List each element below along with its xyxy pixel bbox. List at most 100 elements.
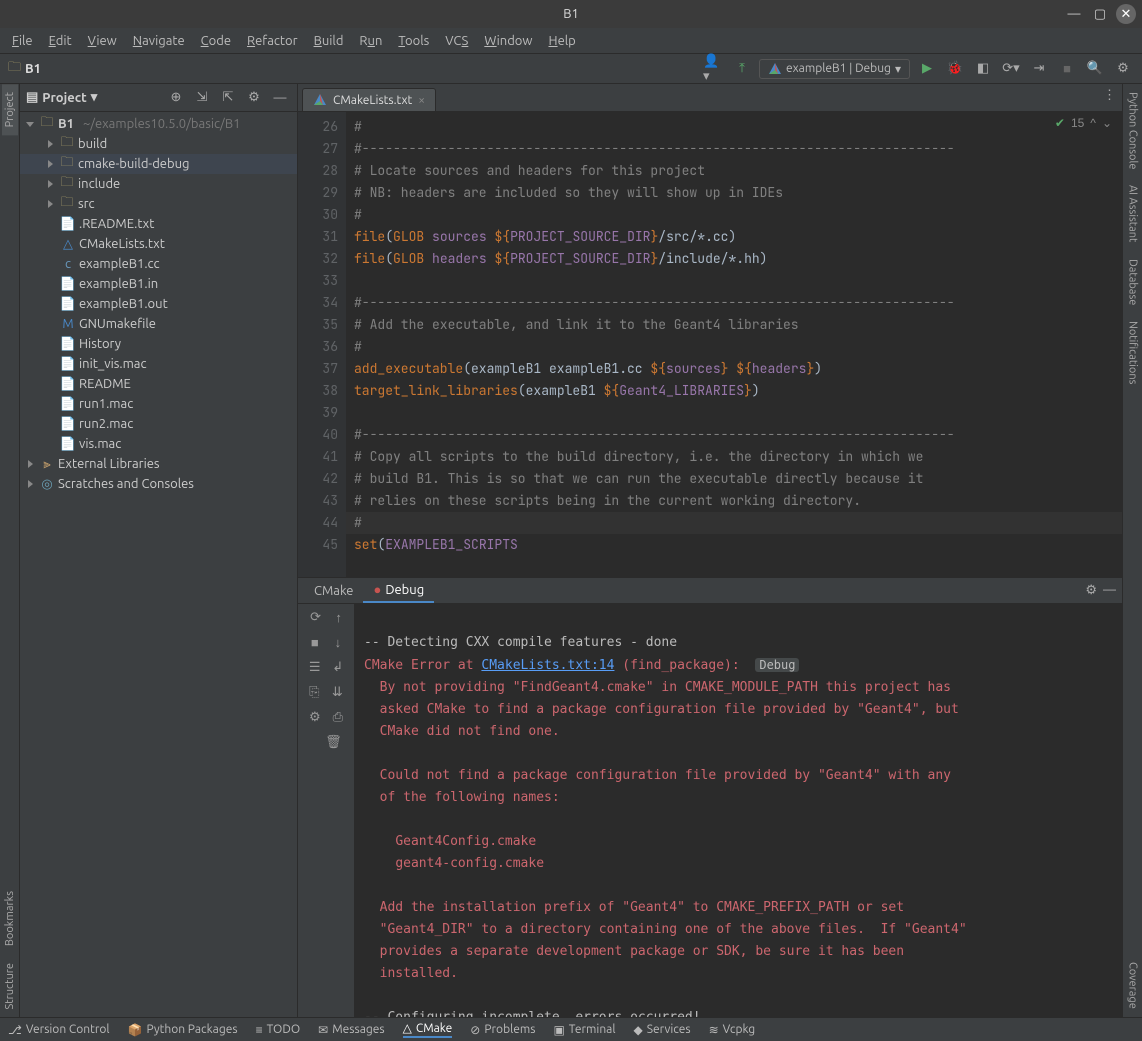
- side-tab-coverage[interactable]: Coverage: [1125, 954, 1141, 1017]
- filter-icon[interactable]: ☰: [309, 660, 321, 675]
- status-vcs[interactable]: ⎇ Version Control: [8, 1023, 110, 1037]
- menu-tools[interactable]: Tools: [390, 31, 437, 51]
- tree-scratches[interactable]: ◎ Scratches and Consoles: [20, 474, 297, 494]
- debug-button[interactable]: Debug: [755, 658, 799, 672]
- link-icon[interactable]: ⎘: [309, 685, 319, 700]
- tree-file[interactable]: 📄run2.mac: [20, 414, 297, 434]
- tree-file[interactable]: △CMakeLists.txt: [20, 234, 297, 254]
- code-body[interactable]: # #-------------------------------------…: [346, 112, 1122, 577]
- tree-file[interactable]: 📄exampleB1.out: [20, 294, 297, 314]
- code-editor[interactable]: 2627282930313233343536373839404142434445…: [298, 112, 1122, 577]
- tree-folder[interactable]: 🗀include: [20, 174, 297, 194]
- panel-settings-icon[interactable]: ⚙: [243, 87, 265, 109]
- expand-all-icon[interactable]: ⇲: [191, 87, 213, 109]
- hide-panel-icon[interactable]: —: [269, 87, 291, 109]
- tree-external-libs[interactable]: ⫸ External Libraries: [20, 454, 297, 474]
- menu-view[interactable]: View: [80, 31, 125, 51]
- scroll-icon[interactable]: ⇊: [332, 685, 343, 700]
- status-python-packages[interactable]: 📦 Python Packages: [128, 1023, 238, 1037]
- stop-icon[interactable]: ■: [1056, 58, 1078, 80]
- tree-file[interactable]: 📄vis.mac: [20, 434, 297, 454]
- stop-icon[interactable]: ■: [311, 635, 319, 650]
- wrap-icon[interactable]: ↲: [332, 660, 343, 675]
- settings-icon[interactable]: ⚙: [1112, 58, 1134, 80]
- user-icon[interactable]: 👤▾: [703, 58, 725, 80]
- collapse-all-icon[interactable]: ⇱: [217, 87, 239, 109]
- tree-folder[interactable]: 🗀src: [20, 194, 297, 214]
- status-terminal[interactable]: ▣ Terminal: [553, 1023, 615, 1037]
- tree-file[interactable]: cexampleB1.cc: [20, 254, 297, 274]
- tree-file[interactable]: 📄run1.mac: [20, 394, 297, 414]
- close-tab-icon[interactable]: ×: [418, 94, 425, 107]
- coverage-icon[interactable]: ◧: [972, 58, 994, 80]
- status-messages[interactable]: ✉ Messages: [318, 1023, 384, 1037]
- status-vcpkg[interactable]: ≋ Vcpkg: [709, 1023, 756, 1037]
- project-panel-title[interactable]: Project: [42, 91, 86, 105]
- status-todo[interactable]: ≡ TODO: [256, 1023, 301, 1037]
- project-tree[interactable]: 🗀 B1 ~/examples10.5.0/basic/B1 🗀build🗀cm…: [20, 112, 297, 1017]
- bottom-tab-cmake[interactable]: CMake: [304, 580, 363, 602]
- side-tab-notifications[interactable]: Notifications: [1125, 313, 1141, 392]
- menu-refactor[interactable]: Refactor: [239, 31, 306, 51]
- chevron-down-icon[interactable]: ▾: [91, 90, 98, 105]
- tree-file[interactable]: 📄init_vis.mac: [20, 354, 297, 374]
- tree-folder[interactable]: 🗀build: [20, 134, 297, 154]
- tab-more-icon[interactable]: ⋮: [1103, 88, 1116, 103]
- attach-icon[interactable]: ⇥: [1028, 58, 1050, 80]
- print-icon[interactable]: ⎙: [333, 710, 343, 725]
- menu-help[interactable]: Help: [541, 31, 584, 51]
- error-link[interactable]: CMakeLists.txt:14: [481, 658, 614, 673]
- maximize-icon[interactable]: ▢: [1090, 4, 1110, 24]
- menu-code[interactable]: Code: [193, 31, 239, 51]
- profile-icon[interactable]: ⟳▾: [1000, 58, 1022, 80]
- select-open-file-icon[interactable]: ⊕: [165, 87, 187, 109]
- side-tab-project[interactable]: Project: [2, 84, 18, 135]
- run-config-selector[interactable]: exampleB1 | Debug ▾: [759, 59, 910, 79]
- reload-icon[interactable]: ⟳: [310, 610, 321, 625]
- trash-icon[interactable]: 🗑: [325, 735, 342, 750]
- status-services[interactable]: ◆ Services: [634, 1023, 691, 1037]
- tree-file[interactable]: 📄.README.txt: [20, 214, 297, 234]
- close-icon[interactable]: ✕: [1116, 4, 1136, 24]
- tree-root[interactable]: 🗀 B1 ~/examples10.5.0/basic/B1: [20, 114, 297, 134]
- next-problem-icon[interactable]: ⌄: [1102, 116, 1112, 130]
- search-icon[interactable]: 🔍: [1084, 58, 1106, 80]
- tree-folder[interactable]: 🗀cmake-build-debug: [20, 154, 297, 174]
- build-icon[interactable]: ⤒: [731, 58, 753, 80]
- run-icon[interactable]: ▶: [916, 58, 938, 80]
- menu-edit[interactable]: Edit: [41, 31, 80, 51]
- tree-file[interactable]: 📄README: [20, 374, 297, 394]
- editor-inspections[interactable]: ✔ 15 ^ ⌄: [1055, 116, 1112, 130]
- file-icon: △: [60, 237, 76, 252]
- menu-file[interactable]: File: [4, 31, 41, 51]
- status-problems[interactable]: ⊘ Problems: [470, 1023, 535, 1037]
- debug-icon[interactable]: 🐞: [944, 58, 966, 80]
- menu-build[interactable]: Build: [306, 31, 352, 51]
- breadcrumb-root[interactable]: B1: [25, 62, 41, 76]
- side-tab-structure[interactable]: Structure: [2, 955, 18, 1018]
- hide-panel-icon[interactable]: —: [1103, 583, 1116, 598]
- side-tab-python-console[interactable]: Python Console: [1125, 84, 1141, 177]
- menu-run[interactable]: Run: [351, 31, 390, 51]
- side-tab-database[interactable]: Database: [1125, 251, 1141, 313]
- tree-file[interactable]: 📄History: [20, 334, 297, 354]
- panel-settings-icon[interactable]: ⚙: [1085, 583, 1097, 598]
- menu-navigate[interactable]: Navigate: [125, 31, 193, 51]
- tree-file[interactable]: MGNUmakefile: [20, 314, 297, 334]
- cmake-console[interactable]: -- Detecting CXX compile features - done…: [354, 604, 1122, 1017]
- up-icon[interactable]: ↑: [335, 610, 342, 625]
- editor-tab[interactable]: CMakeLists.txt ×: [302, 88, 436, 111]
- prev-problem-icon[interactable]: ^: [1090, 116, 1096, 130]
- menu-vcs[interactable]: VCS: [437, 31, 476, 51]
- bottom-tab-debug[interactable]: ● Debug: [363, 578, 434, 603]
- menu-window[interactable]: Window: [476, 31, 540, 51]
- file-icon: 📄: [60, 357, 76, 372]
- status-cmake[interactable]: △ CMake: [403, 1021, 453, 1038]
- side-tab-bookmarks[interactable]: Bookmarks: [2, 883, 18, 954]
- tree-file[interactable]: 📄exampleB1.in: [20, 274, 297, 294]
- settings-icon[interactable]: ⚙: [309, 710, 321, 725]
- minimize-icon[interactable]: —: [1064, 4, 1084, 24]
- tree-item-label: cmake-build-debug: [78, 157, 189, 171]
- down-icon[interactable]: ↓: [335, 635, 342, 650]
- side-tab-ai-assistant[interactable]: AI Assistant: [1125, 177, 1141, 250]
